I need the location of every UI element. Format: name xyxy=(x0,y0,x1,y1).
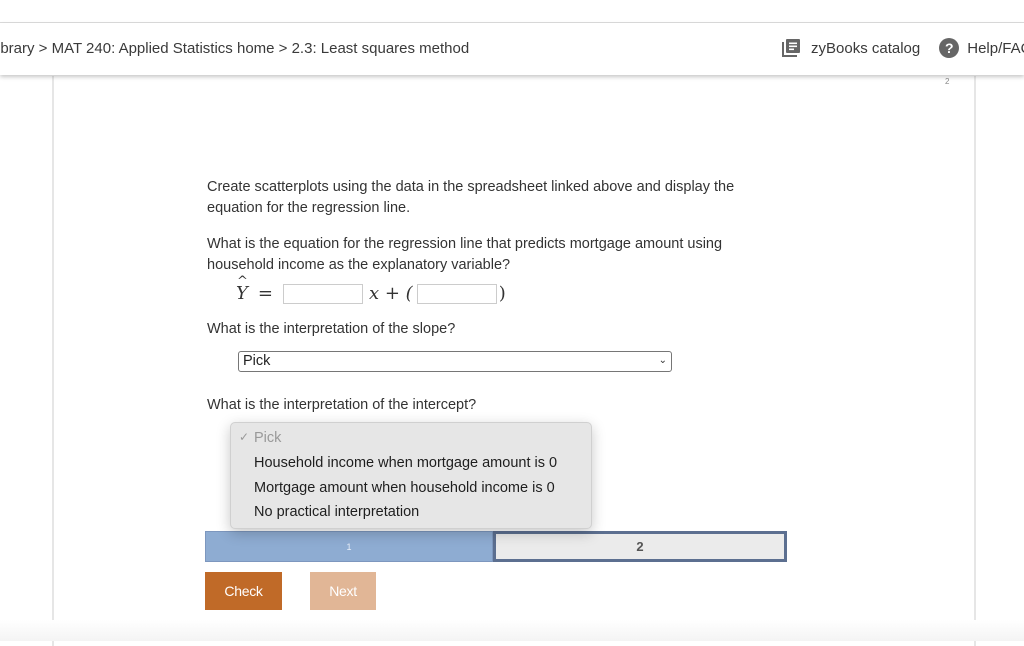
breadcrumb[interactable]: ibrary > MAT 240: Applied Statistics hom… xyxy=(0,40,469,57)
intercept-interpretation-dropdown[interactable]: ✓ Pick Household income when mortgage am… xyxy=(230,422,592,529)
card-corner-number: 2 xyxy=(945,77,950,86)
y-hat-symbol: ^ Y xyxy=(236,274,248,304)
equation-prompt: What is the equation for the regression … xyxy=(207,236,723,273)
chevron-down-icon: ⌄ xyxy=(658,355,667,366)
top-navbar: ibrary > MAT 240: Applied Statistics hom… xyxy=(0,23,1024,75)
nav-right: zyBooks catalog ? Help/FAQ xyxy=(781,38,1024,58)
regression-equation: ^ Y = x + ( ) xyxy=(236,274,506,304)
next-button[interactable]: Next xyxy=(310,572,376,610)
dropdown-option-pick[interactable]: ✓ Pick xyxy=(239,430,281,446)
question-circle-icon[interactable]: ? xyxy=(939,38,960,58)
x-term: x + ( xyxy=(368,283,413,304)
equals-sign: = xyxy=(257,283,273,304)
zybooks-catalog-link[interactable]: zyBooks catalog xyxy=(811,40,920,57)
slope-prompt: What is the interpretation of the slope? xyxy=(207,321,456,337)
slope-input[interactable] xyxy=(282,283,363,304)
dropdown-option-household-income[interactable]: Household income when mortgage amount is… xyxy=(254,455,557,471)
intercept-prompt: What is the interpretation of the interc… xyxy=(207,397,477,413)
close-paren: ) xyxy=(498,283,506,304)
library-books-icon[interactable] xyxy=(781,38,801,58)
help-faq-link[interactable]: Help/FAQ xyxy=(967,40,1024,57)
dropdown-option-no-practical[interactable]: No practical interpretation xyxy=(254,504,419,520)
check-button[interactable]: Check xyxy=(205,572,282,610)
step-2[interactable]: 2 xyxy=(493,531,787,562)
slope-select-value: Pick xyxy=(243,353,271,369)
checkmark-icon: ✓ xyxy=(239,430,250,444)
intercept-input[interactable] xyxy=(416,283,497,304)
intro-text: Create scatterplots using the data in th… xyxy=(207,179,735,216)
bottom-fade xyxy=(0,620,1024,641)
slope-interpretation-select[interactable]: Pick ⌄ xyxy=(238,351,672,372)
step-1[interactable]: 1 xyxy=(205,531,493,562)
step-progress-bar: 1 2 xyxy=(205,531,787,562)
browser-top-strip xyxy=(0,0,1024,23)
dropdown-option-mortgage-amount[interactable]: Mortgage amount when household income is… xyxy=(254,480,555,496)
